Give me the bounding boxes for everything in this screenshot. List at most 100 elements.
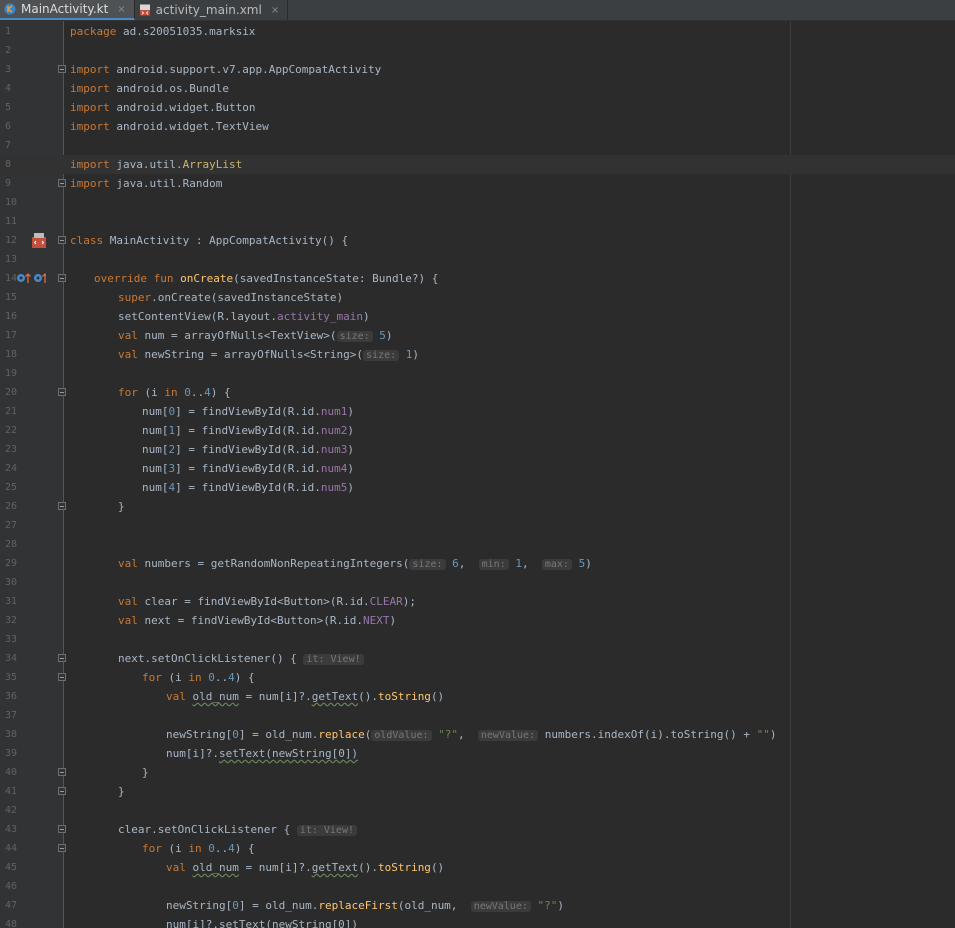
code-line[interactable]: 36 val old_num = num[i]?.getText().toStri… [0,687,955,706]
code-line[interactable]: 4 import android.os.Bundle [0,79,955,98]
close-icon[interactable]: × [117,4,125,15]
code-text: } [118,782,125,801]
fold-toggle-icon[interactable] [58,654,66,662]
code-line[interactable]: 16 setContentView(R.layout.activity_main) [0,307,955,326]
code-line[interactable]: 31 val clear = findViewById<Button>(R.id.… [0,592,955,611]
code-line[interactable]: 43 clear.setOnClickListener { it: View! [0,820,955,839]
code-line[interactable]: 17 val num = arrayOfNulls<TextView>(size:… [0,326,955,345]
code-token: ) [557,899,564,912]
code-line[interactable]: 39 num[i]?.setText(newString[0]) [0,744,955,763]
code-line[interactable]: 10 [0,193,955,212]
fold-toggle-icon[interactable] [58,844,66,852]
fold-toggle-icon[interactable] [58,65,66,73]
line-number: 46 [5,881,18,892]
code-token: import [70,120,110,133]
code-line[interactable]: 8 import java.util.ArrayList [0,155,955,174]
close-icon[interactable]: × [271,5,279,16]
code-token: ] = old_num. [238,728,319,741]
code-line[interactable]: 22 num[1] = findViewById(R.id.num2) [0,421,955,440]
code-line[interactable]: 7 [0,136,955,155]
code-text: clear.setOnClickListener { it: View! [118,820,357,840]
code-line[interactable]: 19 [0,364,955,383]
code-editor[interactable]: 1 package ad.s20051035.marksix 2 3 import an… [0,21,955,928]
fold-toggle-icon[interactable] [58,179,66,187]
code-token: package [70,25,117,38]
code-line[interactable]: 24 num[3] = findViewById(R.id.num4) [0,459,955,478]
code-text: val old_num = num[i]?.getText().toString… [166,858,444,877]
code-line[interactable]: 28 [0,535,955,554]
code-text: next.setOnClickListener() { it: View! [118,649,364,669]
line-number: 29 [5,558,18,569]
tab-activity_main-xml[interactable]: activity_main.xml × [135,0,289,20]
code-token: in [188,842,202,855]
code-line[interactable]: 37 [0,706,955,725]
code-token: .. [190,386,205,399]
code-token: newString[ [166,728,233,741]
tab-mainactivity-kt[interactable]: MainActivity.kt × [0,0,135,20]
code-line[interactable]: 14 override fun onCreate(savedInstanceSta… [0,269,955,288]
code-token: ) [769,728,777,741]
line-number: 4 [5,83,12,94]
code-line[interactable]: 32 val next = findViewById<Button>(R.id.N… [0,611,955,630]
code-line[interactable]: 15 super.onCreate(savedInstanceState) [0,288,955,307]
code-line[interactable]: 1 package ad.s20051035.marksix [0,22,955,41]
fold-toggle-icon[interactable] [58,768,66,776]
fold-toggle-icon[interactable] [58,673,66,681]
code-line[interactable]: 18 val newString = arrayOfNulls<String>(s… [0,345,955,364]
code-line[interactable]: 3 import android.support.v7.app.AppCompat… [0,60,955,79]
code-line[interactable]: 21 num[0] = findViewById(R.id.num1) [0,402,955,421]
line-number: 8 [5,159,12,170]
code-line[interactable]: 34 next.setOnClickListener() { it: View! [0,649,955,668]
code-line[interactable]: 47 newString[0] = old_num.replaceFirst(ol… [0,896,955,915]
code-line[interactable]: 6 import android.widget.TextView [0,117,955,136]
line-number: 39 [5,748,18,759]
code-line[interactable]: 42 [0,801,955,820]
code-token: super [118,291,152,304]
code-token: (i [161,842,189,855]
code-line[interactable]: 5 import android.widget.Button [0,98,955,117]
line-number: 17 [5,330,18,341]
code-token: ) [389,614,397,627]
code-line[interactable]: 38 newString[0] = old_num.replace(oldValu… [0,725,955,744]
code-line[interactable]: 45 val old_num = num[i]?.getText().toStri… [0,858,955,877]
code-text: import android.widget.Button [70,98,255,117]
fold-toggle-icon[interactable] [58,502,66,510]
code-line[interactable]: 40} [0,763,955,782]
fold-toggle-icon[interactable] [58,388,66,396]
fold-toggle-icon[interactable] [58,787,66,795]
code-line[interactable]: 20 for (i in 0..4) { [0,383,955,402]
code-line[interactable]: 23 num[2] = findViewById(R.id.num3) [0,440,955,459]
code-line[interactable]: 33 [0,630,955,649]
code-line[interactable]: 35 for (i in 0..4) { [0,668,955,687]
code-token: } [142,766,149,779]
code-token: } [118,500,125,513]
code-line[interactable]: 48 num[i]?.setText(newString[0]) [0,915,955,928]
code-line[interactable]: 30 [0,573,955,592]
code-line[interactable]: 11 [0,212,955,231]
code-line[interactable]: 12 class MainActivity : AppCompatActivity… [0,231,955,250]
code-line[interactable]: 13 [0,250,955,269]
code-line[interactable]: 27 [0,516,955,535]
code-line[interactable]: 44 for (i in 0..4) { [0,839,955,858]
code-token: num[ [142,405,169,418]
code-token: val [118,595,138,608]
code-line[interactable]: 9 import java.util.Random [0,174,955,193]
fold-toggle-icon[interactable] [58,825,66,833]
code-token: android.widget.Button [109,101,256,114]
code-token: setContentView(R.layout. [118,310,277,323]
code-token: android.os.Bundle [109,82,229,95]
code-token: getText [311,690,359,703]
fold-toggle-icon[interactable] [58,274,66,282]
code-token: getText [311,861,359,874]
code-line[interactable]: 41} [0,782,955,801]
code-token: 0 [208,842,215,855]
code-line[interactable]: 46 [0,877,955,896]
code-line[interactable]: 29 val numbers = getRandomNonRepeatingInt… [0,554,955,573]
code-line[interactable]: 2 [0,41,955,60]
code-line[interactable]: 25 num[4] = findViewById(R.id.num5) [0,478,955,497]
code-token: ) { [234,842,255,855]
code-line[interactable]: 26} [0,497,955,516]
fold-toggle-icon[interactable] [58,236,66,244]
